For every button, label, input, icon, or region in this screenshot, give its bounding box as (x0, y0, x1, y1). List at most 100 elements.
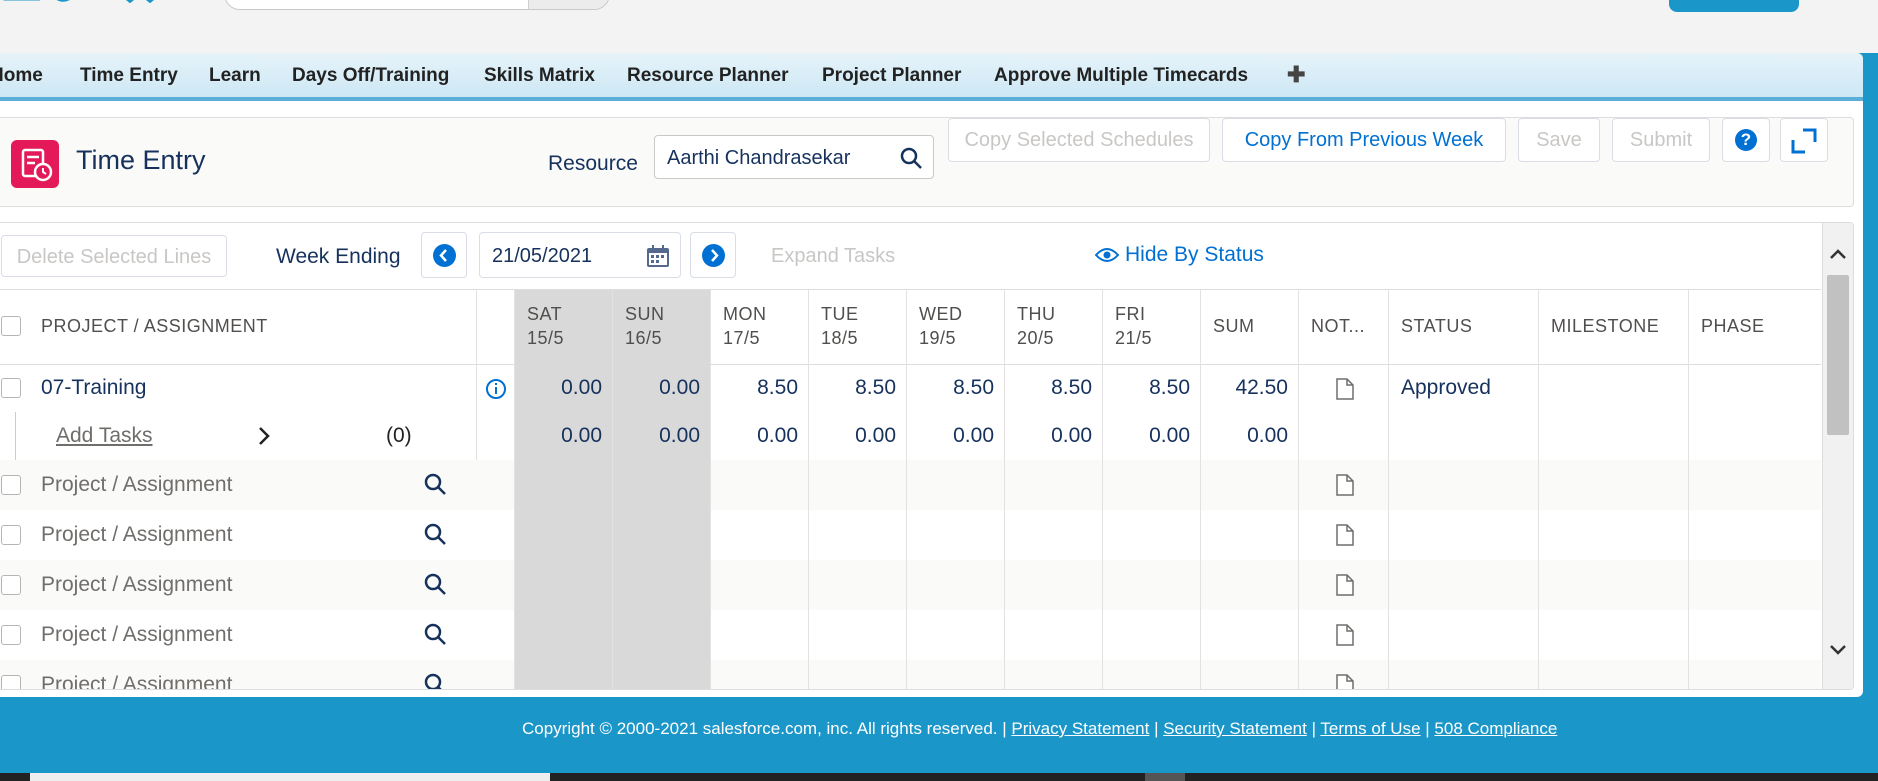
hours-mon[interactable] (710, 660, 808, 689)
scroll-up-icon[interactable] (1828, 247, 1848, 261)
note-icon[interactable] (1336, 378, 1354, 400)
hours-mon[interactable] (710, 560, 808, 610)
search-icon[interactable] (423, 672, 447, 690)
note-icon[interactable] (1336, 524, 1354, 546)
vertical-scrollbar[interactable] (1822, 223, 1853, 689)
task-hours-fri[interactable]: 0.00 (1102, 412, 1200, 460)
hours-mon[interactable] (710, 460, 808, 510)
expand-tasks-button[interactable]: Expand Tasks (771, 245, 895, 268)
task-hours-mon[interactable]: 0.00 (710, 412, 808, 460)
add-tab-icon[interactable]: ✚ (1287, 62, 1305, 88)
project-assignment-input[interactable]: Project / Assignment (29, 664, 457, 690)
hours-fri[interactable] (1102, 610, 1200, 660)
hide-by-status-button[interactable]: Hide By Status (1094, 243, 1264, 267)
project-assignment-input[interactable]: Project / Assignment (29, 514, 457, 554)
row-checkbox[interactable] (1, 575, 21, 595)
resource-input[interactable]: Aarthi Chandrasekar (654, 135, 934, 179)
project-assignment-input[interactable]: Project / Assignment (29, 464, 457, 504)
row-checkbox[interactable] (1, 475, 21, 495)
search-icon[interactable] (423, 522, 447, 546)
hours-wed[interactable] (906, 610, 1004, 660)
hours-thu[interactable] (1004, 460, 1102, 510)
security-statement-link[interactable]: Security Statement (1163, 719, 1307, 738)
row-checkbox[interactable] (1, 378, 21, 398)
week-ending-date-input[interactable]: 21/05/2021 (479, 232, 681, 278)
hours-mon[interactable] (710, 610, 808, 660)
hours-sat[interactable]: 0.00 (514, 364, 612, 412)
hours-tue[interactable] (808, 510, 906, 560)
project-assignment-input[interactable]: Project / Assignment (29, 564, 457, 604)
hours-tue[interactable]: 8.50 (808, 364, 906, 412)
delete-selected-lines-button[interactable]: Delete Selected Lines (1, 235, 227, 277)
hours-tue[interactable] (808, 660, 906, 689)
search-icon[interactable] (423, 572, 447, 596)
copy-from-previous-week-button[interactable]: Copy From Previous Week (1222, 118, 1506, 162)
project-assignment-input[interactable]: Project / Assignment (29, 614, 457, 654)
global-search[interactable] (224, 0, 610, 10)
scrollbar-thumb[interactable] (1827, 275, 1849, 435)
global-search-button[interactable] (528, 0, 609, 9)
help-button[interactable]: ? (1722, 118, 1770, 162)
hours-fri[interactable]: 8.50 (1102, 364, 1200, 412)
hours-sun[interactable]: 0.00 (612, 364, 710, 412)
task-hours-tue[interactable]: 0.00 (808, 412, 906, 460)
row-checkbox[interactable] (1, 625, 21, 645)
hours-fri[interactable] (1102, 560, 1200, 610)
search-icon[interactable] (899, 146, 923, 170)
info-icon[interactable] (485, 378, 507, 400)
search-icon[interactable] (423, 622, 447, 646)
submit-button[interactable]: Submit (1612, 118, 1710, 162)
508-compliance-link[interactable]: 508 Compliance (1434, 719, 1557, 738)
tab-home[interactable]: Home (0, 65, 43, 87)
hours-tue[interactable] (808, 610, 906, 660)
tab-learn[interactable]: Learn (209, 65, 261, 87)
task-hours-sun[interactable]: 0.00 (612, 412, 710, 460)
hours-wed[interactable] (906, 560, 1004, 610)
save-button[interactable]: Save (1518, 118, 1600, 162)
copy-selected-schedules-button[interactable]: Copy Selected Schedules (948, 118, 1210, 162)
scroll-down-icon[interactable] (1828, 643, 1848, 657)
privacy-statement-link[interactable]: Privacy Statement (1011, 719, 1149, 738)
hours-wed[interactable] (906, 460, 1004, 510)
calendar-icon[interactable] (646, 244, 670, 268)
hours-mon[interactable]: 8.50 (710, 364, 808, 412)
select-all-checkbox[interactable] (1, 316, 21, 336)
hours-thu[interactable]: 8.50 (1004, 364, 1102, 412)
row-checkbox[interactable] (1, 675, 21, 689)
hours-fri[interactable] (1102, 510, 1200, 560)
previous-week-button[interactable] (421, 232, 467, 278)
tab-project-planner[interactable]: Project Planner (822, 65, 961, 87)
note-icon[interactable] (1336, 624, 1354, 646)
note-icon[interactable] (1336, 574, 1354, 596)
chevron-right-icon[interactable] (257, 425, 271, 447)
task-hours-thu[interactable]: 0.00 (1004, 412, 1102, 460)
hours-thu[interactable] (1004, 510, 1102, 560)
note-icon[interactable] (1336, 674, 1354, 690)
search-icon[interactable] (423, 472, 447, 496)
hours-thu[interactable] (1004, 560, 1102, 610)
top-action-button[interactable] (1669, 0, 1799, 12)
hours-tue[interactable] (808, 560, 906, 610)
tab-approve-multiple-timecards[interactable]: Approve Multiple Timecards (994, 65, 1248, 87)
tab-days-off-training[interactable]: Days Off/Training (292, 65, 449, 87)
tab-skills-matrix[interactable]: Skills Matrix (484, 65, 595, 87)
next-week-button[interactable] (690, 232, 736, 278)
note-icon[interactable] (1336, 474, 1354, 496)
tab-time-entry[interactable]: Time Entry (80, 65, 178, 87)
hours-tue[interactable] (808, 460, 906, 510)
hours-wed[interactable] (906, 660, 1004, 689)
terms-of-use-link[interactable]: Terms of Use (1320, 719, 1420, 738)
hours-wed[interactable]: 8.50 (906, 364, 1004, 412)
assignment-name[interactable]: 07-Training (41, 376, 146, 400)
hours-fri[interactable] (1102, 460, 1200, 510)
tab-resource-planner[interactable]: Resource Planner (627, 65, 789, 87)
hours-wed[interactable] (906, 510, 1004, 560)
hours-mon[interactable] (710, 510, 808, 560)
hours-fri[interactable] (1102, 660, 1200, 689)
add-tasks-link[interactable]: Add Tasks (56, 424, 153, 448)
row-checkbox[interactable] (1, 525, 21, 545)
task-hours-sat[interactable]: 0.00 (514, 412, 612, 460)
hours-thu[interactable] (1004, 660, 1102, 689)
task-hours-wed[interactable]: 0.00 (906, 412, 1004, 460)
hours-thu[interactable] (1004, 610, 1102, 660)
